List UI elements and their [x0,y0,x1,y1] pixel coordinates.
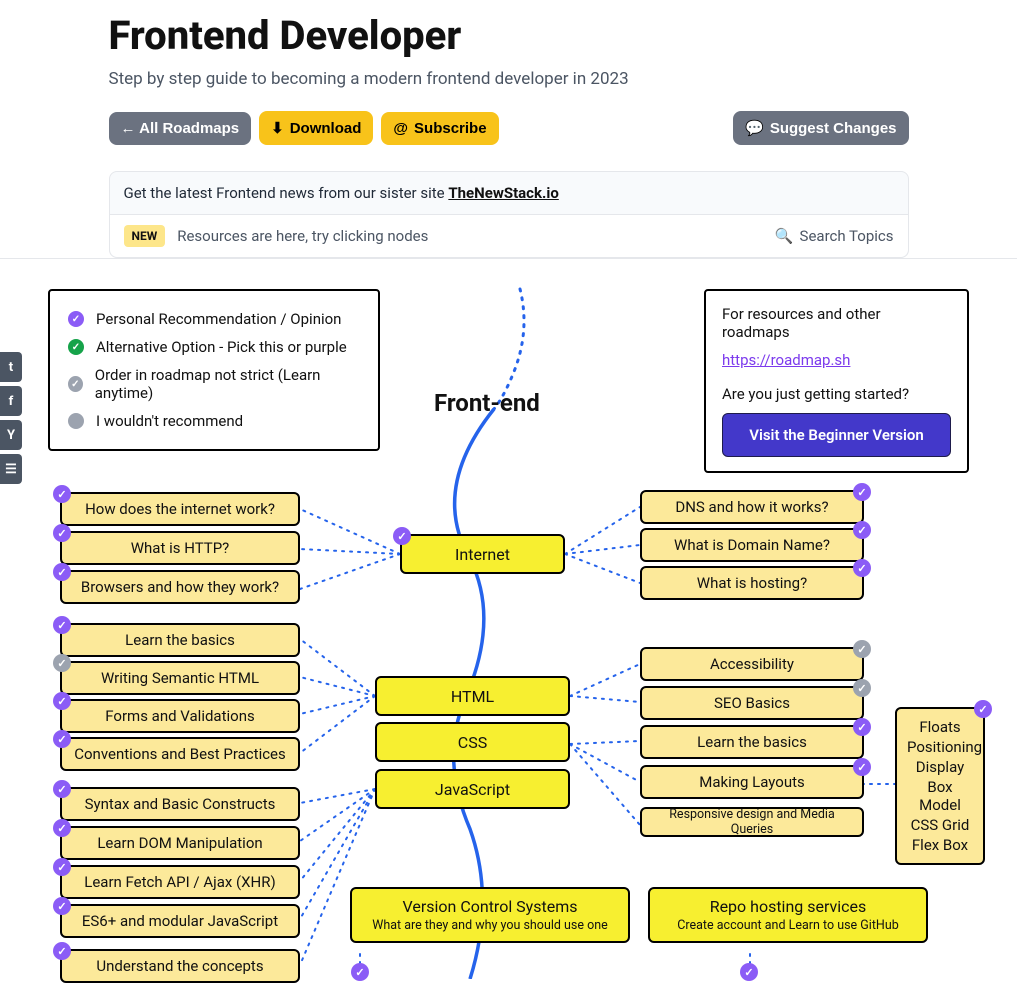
node-layouts[interactable]: ✓Making Layouts [640,765,864,799]
node-fetch[interactable]: ✓Learn Fetch API / Ajax (XHR) [60,865,300,899]
check-icon: ✓ [68,376,83,392]
node-layouts-list[interactable]: ✓ Floats Positioning Display Box Model C… [895,707,985,865]
dot-icon [68,413,84,429]
at-icon: @ [393,120,408,137]
download-icon: ⬇ [271,119,284,137]
node-es6[interactable]: ✓ES6+ and modular JavaScript [60,904,300,938]
node-accessibility[interactable]: ✓Accessibility [640,647,864,681]
node-css[interactable]: CSS [375,722,570,762]
node-forms[interactable]: ✓Forms and Validations [60,699,300,733]
roadmap-link[interactable]: https://roadmap.sh [722,351,951,369]
news-card: Get the latest Frontend news from our si… [109,171,909,258]
node-repo[interactable]: Repo hosting services Create account and… [648,887,928,943]
node-internet-work[interactable]: ✓How does the internet work? [60,492,300,526]
check-icon: ✓ [68,339,84,355]
node-hosting[interactable]: ✓What is hosting? [640,566,864,600]
node-semantic-html[interactable]: ✓Writing Semantic HTML [60,661,300,695]
new-pill: NEW [124,225,166,247]
node-learn-basics-html[interactable]: ✓Learn the basics [60,623,300,657]
node-vcs[interactable]: Version Control Systems What are they an… [350,887,630,943]
node-dom[interactable]: ✓Learn DOM Manipulation [60,826,300,860]
node-domain[interactable]: ✓What is Domain Name? [640,528,864,562]
node-conventions[interactable]: ✓Conventions and Best Practices [60,737,300,771]
subscribe-button[interactable]: @ Subscribe [381,112,498,145]
all-roadmaps-button[interactable]: ← All Roadmaps [109,112,252,145]
node-concepts[interactable]: ✓Understand the concepts [60,949,300,983]
resources-hint: Resources are here, try clicking nodes [177,227,428,245]
node-syntax[interactable]: ✓Syntax and Basic Constructs [60,787,300,821]
check-icon: ✓ [393,527,411,545]
node-browsers[interactable]: ✓Browsers and how they work? [60,570,300,604]
node-css-basics[interactable]: ✓Learn the basics [640,725,864,759]
node-html[interactable]: HTML [375,676,570,716]
check-icon: ✓ [740,963,758,981]
news-link[interactable]: TheNewStack.io [448,184,558,202]
legend-box: ✓Personal Recommendation / Opinion ✓Alte… [48,289,380,451]
search-topics[interactable]: 🔍 Search Topics [775,227,894,245]
resources-box: For resources and other roadmaps https:/… [704,289,969,473]
page-title: Frontend Developer [109,12,909,59]
node-http[interactable]: ✓What is HTTP? [60,531,300,565]
search-icon: 🔍 [775,227,794,245]
node-internet[interactable]: ✓ Internet [400,534,565,574]
roadmap-title: Front-end [434,389,540,417]
node-seo[interactable]: ✓SEO Basics [640,686,864,720]
check-icon: ✓ [68,311,84,327]
download-button[interactable]: ⬇ Download [259,111,373,145]
check-icon: ✓ [351,963,369,981]
page-subtitle: Step by step guide to becoming a modern … [109,69,909,89]
suggest-changes-button[interactable]: 💬 Suggest Changes [733,111,908,145]
node-responsive[interactable]: Responsive design and Media Queries [640,807,864,837]
node-dns[interactable]: ✓DNS and how it works? [640,490,864,524]
beginner-version-button[interactable]: Visit the Beginner Version [722,413,951,457]
comment-icon: 💬 [745,119,764,137]
node-javascript[interactable]: JavaScript [375,769,570,809]
